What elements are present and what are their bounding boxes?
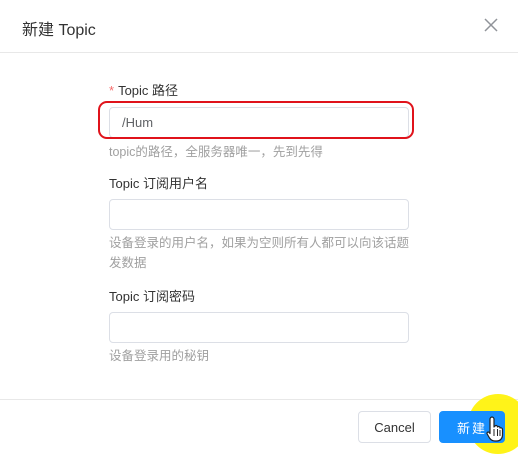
footer-divider xyxy=(0,399,518,400)
topic-path-label: * Topic 路径 xyxy=(109,80,178,99)
dialog-header: 新建 Topic xyxy=(0,0,518,53)
topic-username-label: Topic 订阅用户名 xyxy=(109,176,208,191)
close-icon[interactable] xyxy=(481,15,501,35)
topic-password-hint: 设备登录用的秘钥 xyxy=(109,349,210,363)
topic-username-input[interactable] xyxy=(109,199,409,230)
topic-path-input[interactable] xyxy=(109,107,409,138)
create-button[interactable]: 新建 xyxy=(439,411,505,443)
required-mark: * xyxy=(109,83,115,98)
topic-username-hint: 设备登录的用户名，如果为空则所有人都可以向该话题发数据 xyxy=(109,236,410,270)
topic-path-hint: topic的路径，全服务器唯一，先到先得 xyxy=(109,145,323,159)
cancel-button[interactable]: Cancel xyxy=(358,411,431,443)
topic-password-input[interactable] xyxy=(109,312,409,343)
new-topic-dialog: 新建 Topic *Topic 路径 topic的路径，全服务器唯一，先到先得 … xyxy=(0,0,518,454)
dialog-title: 新建 Topic xyxy=(22,22,96,39)
topic-path-label-text: Topic 路径 xyxy=(118,83,179,98)
topic-password-label: Topic 订阅密码 xyxy=(109,289,195,304)
